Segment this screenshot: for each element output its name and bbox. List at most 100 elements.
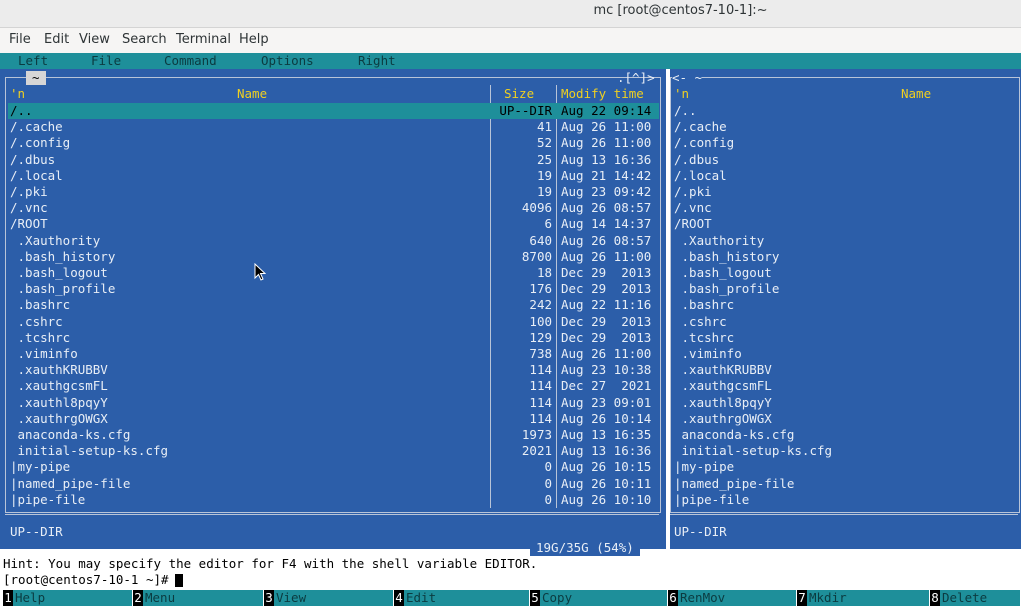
- right-row-name[interactable]: /.dbus: [674, 152, 719, 168]
- right-row-name[interactable]: initial-setup-ks.cfg: [674, 443, 833, 459]
- left-panel[interactable]: ~ .[^]> 'n Name Size Modify time /.. UP--…: [0, 69, 666, 556]
- left-row-mtime: Dec 29 2013: [561, 329, 652, 345]
- left-header-size[interactable]: Size: [504, 86, 534, 102]
- left-row-name[interactable]: .bash_profile: [10, 281, 116, 297]
- right-row-name[interactable]: /.local: [674, 168, 727, 184]
- right-row-name[interactable]: .bashrc: [674, 297, 735, 313]
- left-row-name[interactable]: |my-pipe: [10, 459, 70, 475]
- right-row-name[interactable]: anaconda-ks.cfg: [674, 427, 795, 443]
- right-row-name[interactable]: .Xauthority: [674, 233, 765, 249]
- prompt-text: [root@centos7-10-1 ~]#: [3, 572, 169, 587]
- menu-terminal[interactable]: Terminal: [176, 32, 231, 47]
- left-header-mtime[interactable]: Modify time: [561, 86, 644, 102]
- left-row-name[interactable]: /.local: [10, 168, 63, 184]
- left-row-size: 8700: [521, 248, 552, 264]
- left-row-mtime: Aug 26 11:00: [561, 135, 652, 151]
- left-row-name[interactable]: .tcshrc: [10, 330, 71, 346]
- left-row-name[interactable]: |pipe-file: [10, 492, 85, 508]
- right-row-name[interactable]: .xauthl8pqyY: [674, 395, 772, 411]
- right-row-name[interactable]: /ROOT: [674, 216, 712, 232]
- right-row-name[interactable]: /.cache: [674, 119, 727, 135]
- mouse-pointer-icon: [254, 263, 266, 281]
- left-row-name[interactable]: initial-setup-ks.cfg: [10, 443, 169, 459]
- left-row-size: 114: [529, 410, 552, 426]
- left-row-name[interactable]: .xauthrgOWGX: [10, 411, 108, 427]
- left-row-name[interactable]: .viminfo: [10, 346, 78, 362]
- right-row-name[interactable]: /.pki: [674, 184, 712, 200]
- right-header-name[interactable]: Name: [901, 86, 931, 102]
- left-row-size: 129: [529, 329, 552, 345]
- left-row-name[interactable]: .bash_logout: [10, 265, 108, 281]
- right-row-name[interactable]: /..: [674, 103, 697, 119]
- left-row-name[interactable]: .bash_history: [10, 249, 116, 265]
- mc-menu-command[interactable]: Command: [164, 53, 217, 69]
- left-row-name[interactable]: .xauthgcsmFL: [10, 378, 108, 394]
- terminal-area[interactable]: Left File Command Options Right ~ .[^]> …: [0, 53, 1021, 608]
- window-title: mc [root@centos7-10-1]:~: [593, 3, 768, 18]
- right-row-name[interactable]: .xauthrgOWGX: [674, 411, 772, 427]
- mc-menu-options[interactable]: Options: [261, 53, 314, 69]
- mc-menu-file[interactable]: File: [91, 53, 121, 69]
- right-row-name[interactable]: /.vnc: [674, 200, 712, 216]
- left-row-mtime: Aug 26 08:57: [561, 232, 652, 248]
- left-row-name[interactable]: .xauthl8pqyY: [10, 395, 108, 411]
- left-row-name[interactable]: anaconda-ks.cfg: [10, 427, 131, 443]
- shell-prompt[interactable]: [root@centos7-10-1 ~]#: [3, 572, 183, 587]
- right-panel-divider: [670, 514, 1018, 515]
- menu-search[interactable]: Search: [122, 32, 167, 47]
- left-row-mtime: Aug 13 16:35: [561, 427, 652, 442]
- left-path-tab[interactable]: ~: [26, 71, 46, 85]
- left-col-sep-2: [556, 85, 557, 508]
- left-row-name[interactable]: .Xauthority: [10, 233, 101, 249]
- left-row-name[interactable]: /.config: [10, 135, 70, 151]
- fkey-label: Mkdir: [807, 590, 929, 606]
- left-row-name[interactable]: /.vnc: [10, 200, 48, 216]
- left-row-name[interactable]: .cshrc: [10, 314, 63, 330]
- left-row-size: 4096: [521, 200, 552, 216]
- left-row-name[interactable]: /.cache: [10, 119, 63, 135]
- right-row-name[interactable]: /.config: [674, 135, 734, 151]
- menu-file[interactable]: File: [9, 32, 31, 47]
- fkey-label: RenMov: [678, 590, 796, 606]
- right-header-sort[interactable]: 'n: [674, 86, 689, 102]
- right-row-name[interactable]: |pipe-file: [674, 492, 749, 508]
- function-key-bar: 1 Help 2 Menu 3 View 4 Edit 5 Copy 6 RenMov 7 Mkdir 8 D…: [0, 588, 1021, 608]
- fkey-number: 7: [797, 590, 807, 606]
- left-row-size: 19: [536, 184, 552, 199]
- right-row-name[interactable]: .viminfo: [674, 346, 742, 362]
- right-row-name[interactable]: .cshrc: [674, 314, 727, 330]
- left-row-name[interactable]: /.pki: [10, 184, 48, 200]
- left-row-size: 114: [529, 362, 552, 378]
- left-row-name[interactable]: /.dbus: [10, 152, 55, 168]
- left-row-mtime: Aug 23 09:42: [561, 184, 652, 199]
- right-panel[interactable]: <- ~ 'n Name /../.cache/.config/.dbus/.l…: [670, 69, 1021, 549]
- menu-help[interactable]: Help: [239, 32, 269, 47]
- left-panel-marker[interactable]: .[^]>: [617, 70, 655, 86]
- menu-edit[interactable]: Edit: [44, 32, 69, 47]
- right-row-name[interactable]: .bash_logout: [674, 265, 772, 281]
- right-row-name[interactable]: .xauthKRUBBV: [674, 362, 772, 378]
- right-row-name[interactable]: |my-pipe: [674, 459, 734, 475]
- mc-menu-right[interactable]: Right: [358, 53, 396, 69]
- left-row-size: 41: [536, 119, 552, 135]
- mc-menu-left[interactable]: Left: [18, 53, 48, 69]
- menu-view[interactable]: View: [79, 32, 110, 47]
- left-row-name[interactable]: /ROOT: [10, 216, 48, 232]
- left-row-size: 176: [529, 281, 552, 297]
- right-row-name[interactable]: |named_pipe-file: [674, 476, 794, 492]
- right-path-tab[interactable]: <- ~: [672, 70, 703, 86]
- right-row-name[interactable]: .tcshrc: [674, 330, 735, 346]
- right-row-name[interactable]: .xauthgcsmFL: [674, 378, 772, 394]
- left-row-name[interactable]: /..: [10, 103, 33, 119]
- left-row-name[interactable]: .xauthKRUBBV: [10, 362, 108, 378]
- left-header-sort[interactable]: 'n: [10, 86, 25, 102]
- left-row-mtime: Aug 22 09:14: [561, 103, 652, 118]
- mc-menubar: Left File Command Options Right: [0, 53, 1021, 69]
- left-header-name[interactable]: Name: [237, 86, 267, 102]
- left-row-name[interactable]: .bashrc: [10, 297, 71, 313]
- right-row-name[interactable]: .bash_profile: [674, 281, 780, 297]
- right-row-name[interactable]: .bash_history: [674, 249, 780, 265]
- left-row-name[interactable]: |named_pipe-file: [10, 476, 130, 492]
- left-row-size: 1973: [521, 427, 552, 442]
- fkey-number: 8: [930, 590, 940, 606]
